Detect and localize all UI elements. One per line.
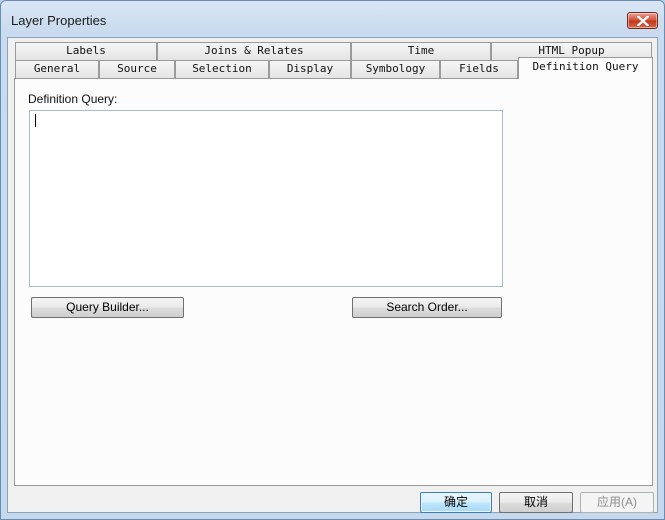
query-builder-button[interactable]: Query Builder... — [31, 297, 184, 318]
tab-joins-relates[interactable]: Joins & Relates — [157, 42, 351, 60]
definition-query-input[interactable] — [29, 110, 503, 287]
tab-labels[interactable]: Labels — [15, 42, 157, 60]
search-order-button[interactable]: Search Order... — [352, 297, 502, 318]
tab-definition-query[interactable]: Definition Query — [518, 57, 653, 79]
definition-query-panel: Definition Query: Query Builder... Searc… — [14, 78, 653, 486]
tab-selection[interactable]: Selection — [175, 60, 269, 78]
tab-display[interactable]: Display — [269, 60, 351, 78]
cancel-button[interactable]: 取消 — [499, 492, 573, 513]
window-title: Layer Properties — [11, 13, 107, 28]
tab-fields[interactable]: Fields — [440, 60, 518, 78]
tab-symbology[interactable]: Symbology — [351, 60, 440, 78]
apply-button[interactable]: 应用(A) — [580, 492, 654, 513]
close-icon — [637, 16, 649, 26]
close-button[interactable] — [627, 12, 658, 29]
tab-source[interactable]: Source — [99, 60, 175, 78]
text-caret — [35, 114, 36, 127]
ok-button[interactable]: 确定 — [420, 492, 492, 513]
layer-properties-dialog: Layer Properties Labels Joins & Relates … — [0, 0, 665, 520]
dialog-client-area: Labels Joins & Relates Time HTML Popup G… — [7, 37, 658, 513]
tab-general[interactable]: General — [15, 60, 99, 78]
tab-time[interactable]: Time — [351, 42, 491, 60]
title-bar[interactable]: Layer Properties — [1, 1, 664, 37]
definition-query-label: Definition Query: — [28, 92, 118, 106]
